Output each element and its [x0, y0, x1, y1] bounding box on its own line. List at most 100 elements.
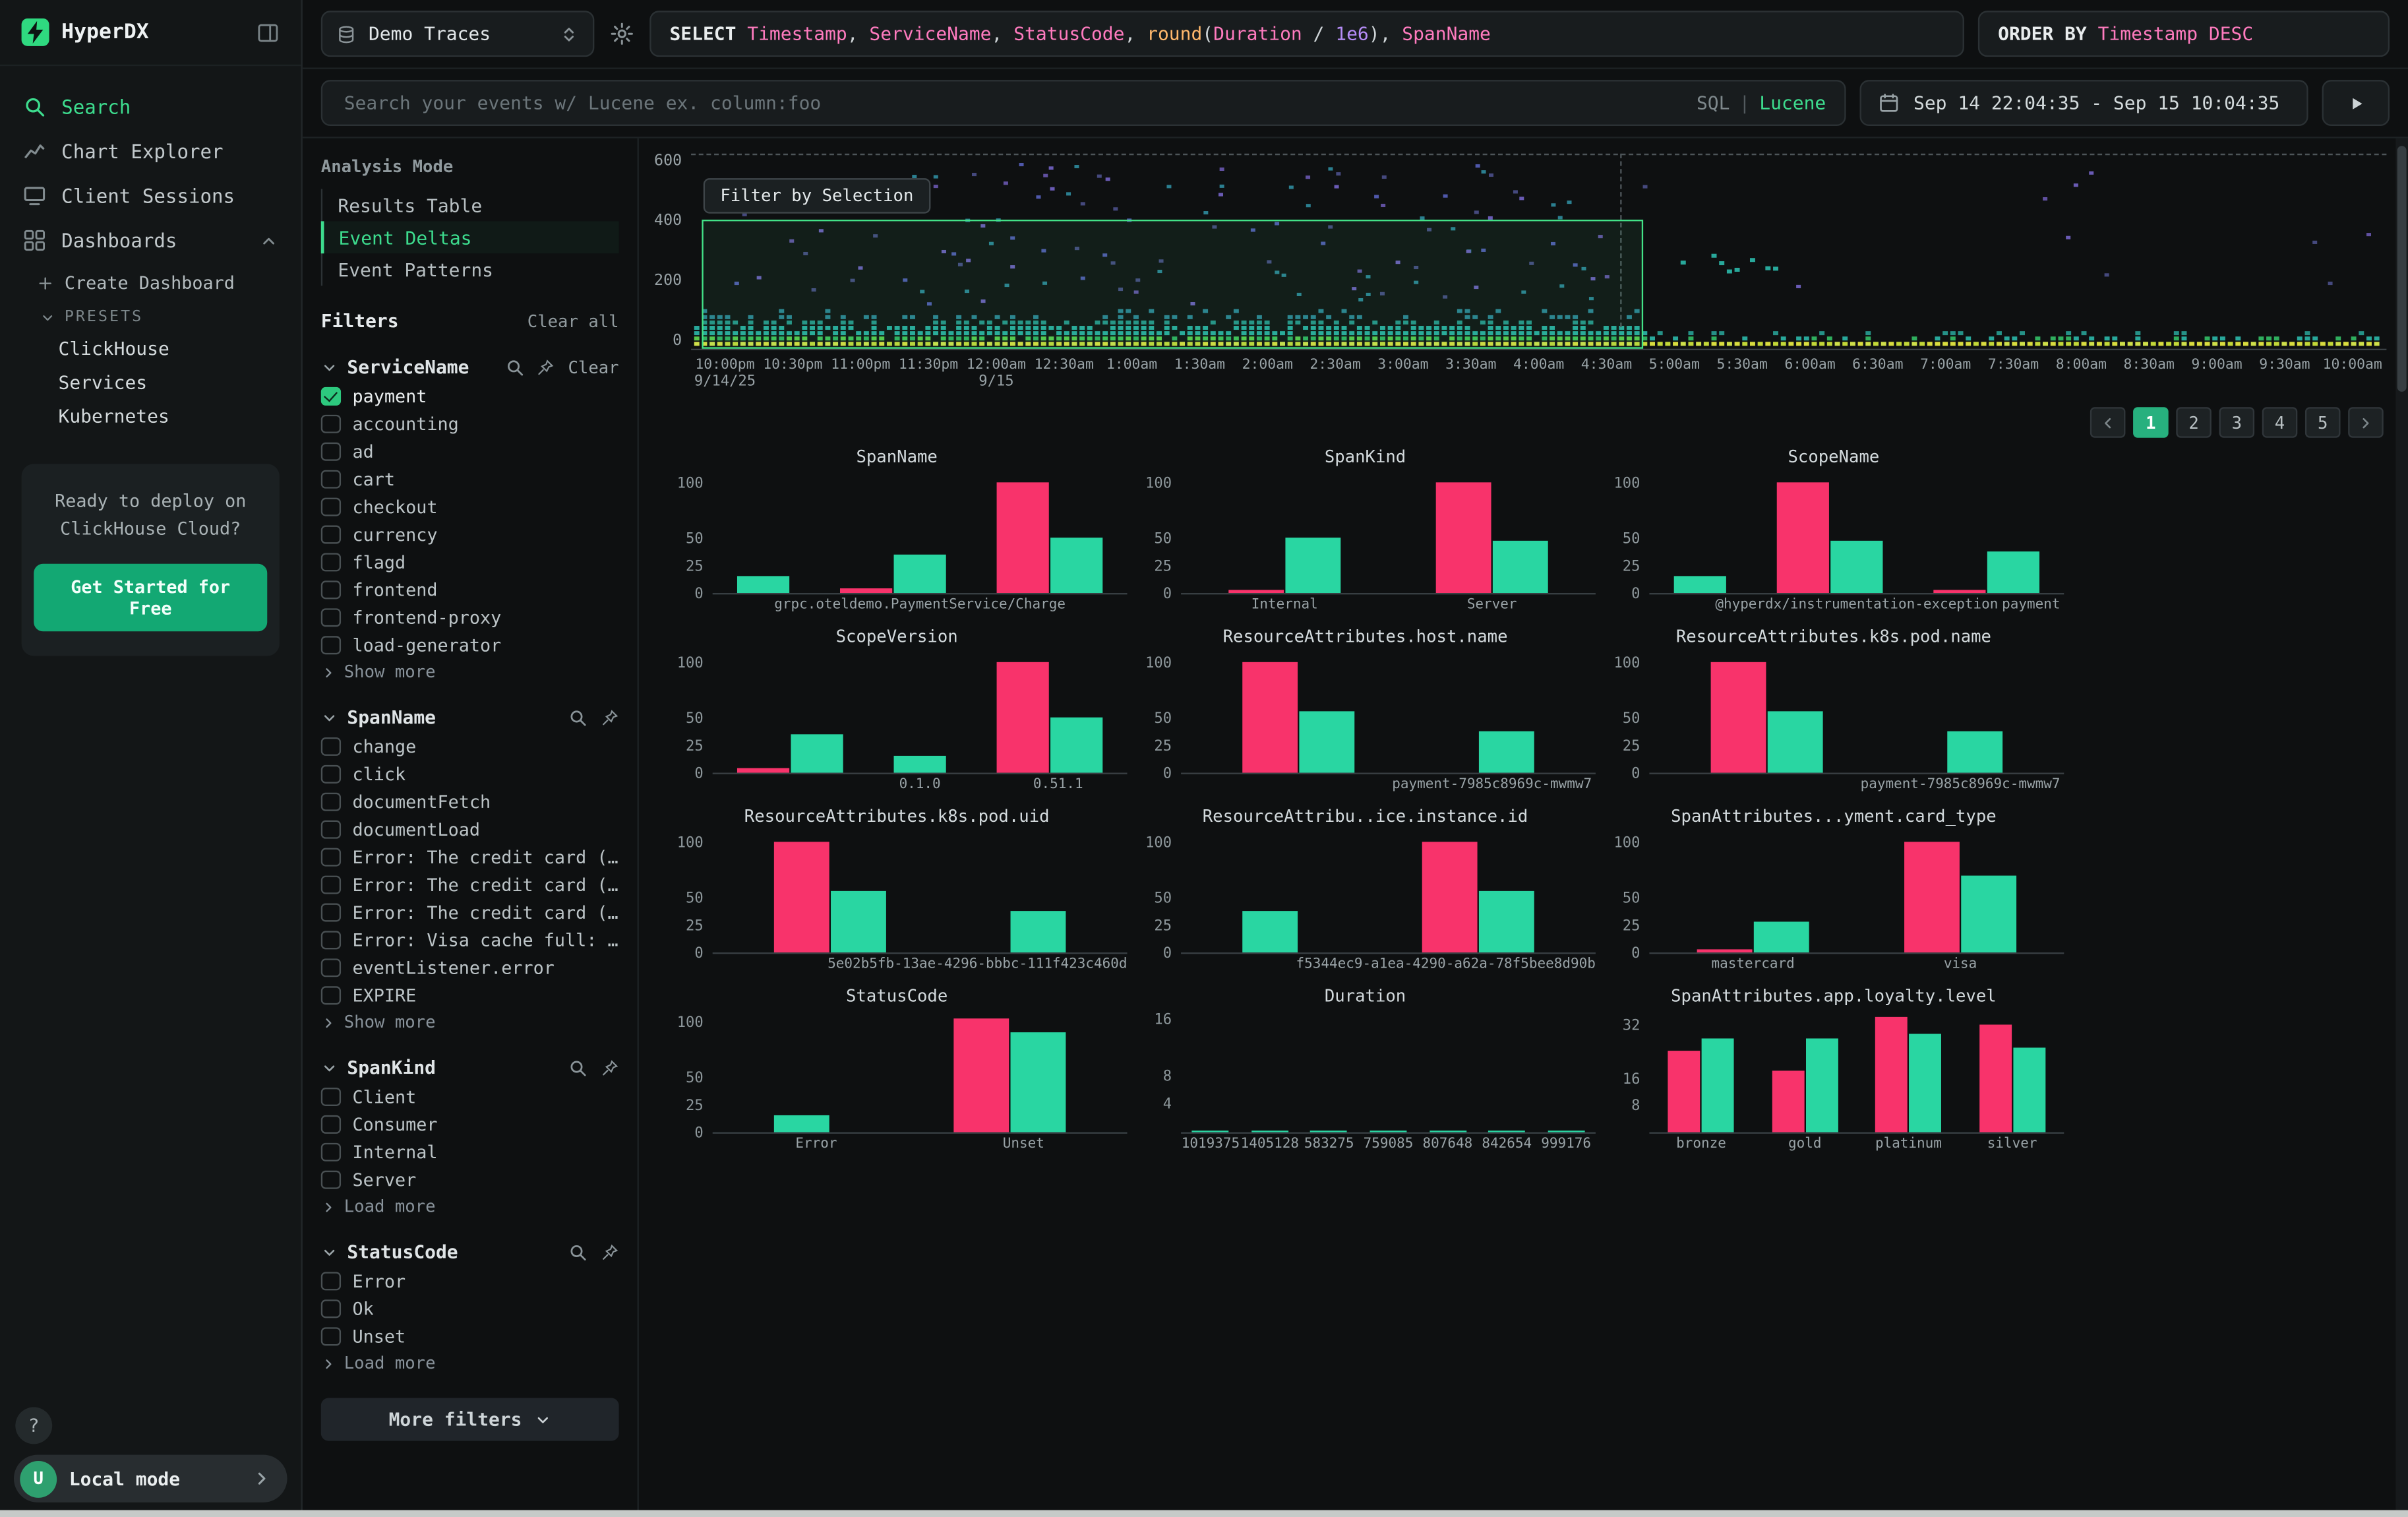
filter-option-ad[interactable]: ad	[321, 438, 619, 466]
checkbox[interactable]	[321, 737, 340, 756]
bar-inlier[interactable]	[1050, 538, 1102, 593]
checkbox[interactable]	[321, 764, 340, 784]
horizontal-scrollbar[interactable]	[0, 1510, 2408, 1517]
checkbox[interactable]	[321, 931, 340, 950]
filter-option-frontend[interactable]: frontend	[321, 576, 619, 604]
bar-outlier[interactable]	[1228, 590, 1284, 593]
bar-inlier[interactable]	[831, 891, 887, 952]
bar-inlier[interactable]	[1370, 1130, 1406, 1132]
sql-mode-button[interactable]: SQL	[1697, 92, 1730, 114]
bar-inlier[interactable]	[1050, 718, 1102, 773]
bar-outlier[interactable]	[1777, 482, 1829, 593]
bar-outlier[interactable]	[1979, 1024, 2012, 1132]
bar-inlier[interactable]	[2013, 1047, 2045, 1132]
mini-chart-plot[interactable]	[1649, 653, 2064, 774]
checkbox[interactable]	[321, 414, 340, 433]
gear-icon[interactable]	[610, 22, 634, 46]
more-filters-button[interactable]: More filters	[321, 1398, 619, 1440]
checkbox[interactable]	[321, 497, 340, 516]
filter-clear-button[interactable]: Clear	[568, 357, 618, 377]
filter-show-more-button[interactable]: Show more	[321, 1012, 619, 1032]
checkbox[interactable]	[321, 636, 340, 655]
bar-inlier[interactable]	[1311, 1130, 1348, 1132]
bar-inlier[interactable]	[774, 1115, 829, 1132]
checkbox[interactable]	[321, 553, 340, 572]
filter-option-checkout[interactable]: checkout	[321, 493, 619, 521]
bar-outlier[interactable]	[1711, 662, 1766, 773]
bar-inlier[interactable]	[1493, 541, 1548, 593]
mini-chart-plot[interactable]	[1649, 832, 2064, 954]
chevron-down-icon[interactable]	[321, 359, 338, 376]
bar-inlier[interactable]	[1285, 538, 1340, 593]
pin-icon[interactable]	[600, 1058, 619, 1077]
bar-outlier[interactable]	[1668, 1051, 1701, 1132]
order-by-editor[interactable]: ORDER BY Timestamp DESC	[1978, 11, 2390, 57]
bar-inlier[interactable]	[738, 576, 790, 593]
filter-option-click[interactable]: click	[321, 760, 619, 788]
filter-option-error-the-credit-card[interactable]: Error: The credit card (…	[321, 899, 619, 927]
filter-option-cart[interactable]: cart	[321, 466, 619, 493]
search-icon[interactable]	[568, 1243, 587, 1262]
checkbox[interactable]	[321, 1170, 340, 1189]
collapse-sidebar-icon[interactable]	[256, 20, 280, 44]
filter-option-unset[interactable]: Unset	[321, 1322, 619, 1350]
bar-inlier[interactable]	[1805, 1038, 1838, 1132]
bar-outlier[interactable]	[738, 768, 790, 773]
checkbox[interactable]	[321, 442, 340, 461]
mini-chart-plot[interactable]	[1181, 832, 1596, 954]
get-started-button[interactable]: Get Started for Free	[34, 563, 267, 631]
bar-outlier[interactable]	[1697, 949, 1753, 952]
heatmap-selection-region[interactable]	[701, 219, 1644, 349]
filter-option-eventlistener-error[interactable]: eventListener.error	[321, 954, 619, 981]
heatmap-plot[interactable]: Filter by Selection	[691, 154, 2386, 350]
bar-outlier[interactable]	[1422, 842, 1477, 952]
bar-inlier[interactable]	[1830, 541, 1882, 593]
lucene-mode-button[interactable]: Lucene	[1759, 92, 1826, 114]
checkbox[interactable]	[321, 1299, 340, 1318]
page-button-4[interactable]: 4	[2262, 407, 2298, 438]
vertical-scrollbar[interactable]	[2395, 139, 2408, 1517]
preset-item-clickhouse[interactable]: ClickHouse	[0, 332, 301, 365]
filter-option-error-the-credit-card[interactable]: Error: The credit card (…	[321, 844, 619, 871]
bar-outlier[interactable]	[953, 1018, 1009, 1132]
checkbox[interactable]	[321, 792, 340, 811]
checkbox[interactable]	[321, 820, 340, 839]
checkbox[interactable]	[321, 875, 340, 894]
checkbox[interactable]	[321, 848, 340, 867]
filter-option-client[interactable]: Client	[321, 1083, 619, 1111]
filter-option-server[interactable]: Server	[321, 1166, 619, 1194]
checkbox[interactable]	[321, 958, 340, 977]
checkbox[interactable]	[321, 986, 340, 1005]
bar-inlier[interactable]	[1961, 876, 2016, 952]
bar-inlier[interactable]	[1910, 1034, 1942, 1132]
create-dashboard-button[interactable]: Create Dashboard	[0, 263, 301, 301]
bar-inlier[interactable]	[1488, 1130, 1525, 1132]
page-button-5[interactable]: 5	[2305, 407, 2341, 438]
bar-outlier[interactable]	[996, 662, 1048, 773]
analysis-mode-event-deltas[interactable]: Event Deltas	[320, 221, 619, 253]
mini-chart-plot[interactable]	[713, 832, 1128, 954]
chevron-down-icon[interactable]	[321, 709, 338, 726]
bar-inlier[interactable]	[1010, 1032, 1066, 1132]
checkbox[interactable]	[321, 525, 340, 544]
preset-item-services[interactable]: Services	[0, 365, 301, 399]
presets-header[interactable]: PRESETS	[0, 301, 301, 332]
filter-option-error-the-credit-card[interactable]: Error: The credit card (…	[321, 871, 619, 899]
filter-option-error-visa-cache-full[interactable]: Error: Visa cache full: …	[321, 926, 619, 954]
bar-inlier[interactable]	[1947, 731, 2002, 773]
filter-option-payment[interactable]: payment	[321, 383, 619, 410]
bar-outlier[interactable]	[1436, 482, 1491, 593]
mini-chart-plot[interactable]	[713, 653, 1128, 774]
checkbox[interactable]	[321, 470, 340, 489]
pin-icon[interactable]	[600, 1243, 619, 1262]
bar-outlier[interactable]	[1875, 1017, 1908, 1132]
bar-inlier[interactable]	[1251, 1130, 1288, 1132]
bar-inlier[interactable]	[1702, 1038, 1734, 1132]
bar-inlier[interactable]	[1429, 1130, 1466, 1132]
prev-page-button[interactable]	[2090, 407, 2126, 438]
bar-outlier[interactable]	[774, 842, 829, 952]
mini-chart-plot[interactable]	[713, 1012, 1128, 1134]
bar-outlier[interactable]	[1933, 590, 1985, 593]
chevron-down-icon[interactable]	[321, 1059, 338, 1076]
bar-inlier[interactable]	[791, 734, 843, 772]
